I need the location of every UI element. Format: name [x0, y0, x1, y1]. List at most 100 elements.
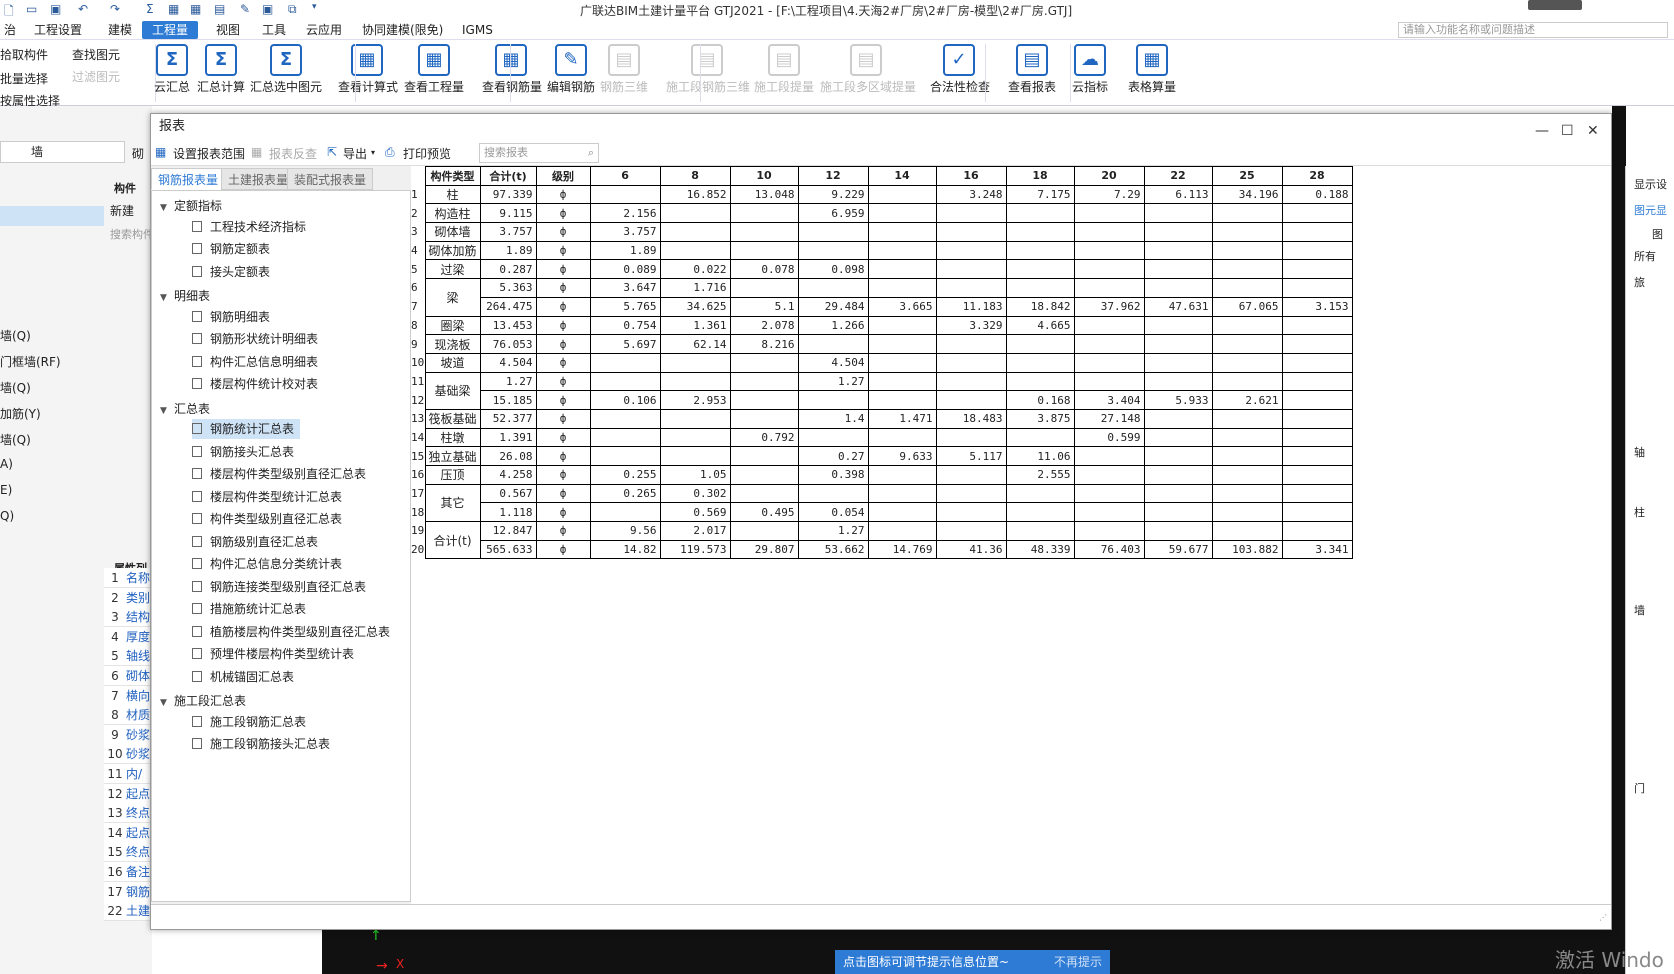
ribbon-button-10[interactable]: ▤ 施工段多区域提量 [820, 44, 916, 102]
copy-quick-icon[interactable]: ⧉ [288, 2, 297, 17]
left-item[interactable]: 墙(Q) [0, 431, 31, 448]
tree-report-item[interactable]: 接头定额表 [192, 262, 276, 282]
save-icon[interactable]: ▣ [50, 2, 61, 16]
tree-report-item[interactable]: 构件汇总信息明细表 [192, 352, 324, 372]
tree-report-item[interactable]: 钢筋级别直径汇总表 [192, 532, 324, 552]
ribbon-button-9[interactable]: ▤ 施工段提量 [754, 44, 814, 102]
left-item[interactable]: 墙(Q) [0, 327, 31, 344]
tree-report-item[interactable]: 构件类型级别直径汇总表 [192, 509, 348, 529]
tree-expand-icon[interactable]: ▼ [160, 406, 174, 416]
tree-report-item[interactable]: 措施筋统计汇总表 [192, 599, 312, 619]
tree-expand-icon[interactable]: ▼ [160, 293, 174, 303]
tree-report-item[interactable]: 机械锚固汇总表 [192, 667, 300, 687]
ribbon-button-7[interactable]: ▤ 钢筋三维 [600, 44, 648, 102]
edit-quick-icon[interactable]: ✎ [240, 2, 250, 16]
customize-quick-icon[interactable]: ▾ [312, 2, 317, 12]
component-search-input[interactable]: 搜索构件 [110, 226, 154, 242]
menu-tools[interactable]: 工具 [252, 21, 296, 39]
tree-group[interactable]: ▼ 明细表 [160, 287, 210, 304]
ribbon-button-1[interactable]: Σ 汇总计算 [196, 44, 246, 102]
ribbon-button-0[interactable]: Σ 云汇总 [152, 44, 192, 102]
tree-expand-icon[interactable]: ▼ [160, 698, 174, 708]
ribbon-button-8[interactable]: ▤ 施工段钢筋三维 [666, 44, 750, 102]
tree-report-item[interactable]: 楼层构件类型统计汇总表 [192, 487, 348, 507]
right-item-5[interactable]: 墙 [1634, 602, 1645, 618]
ribbon-button-12[interactable]: ▤ 查看报表 [1008, 44, 1056, 102]
sum-quick-icon[interactable]: Σ [146, 2, 154, 16]
print-preview-button[interactable]: 打印预览 [403, 145, 451, 162]
tree-report-item[interactable]: 施工段钢筋接头汇总表 [192, 734, 336, 754]
tree-group[interactable]: ▼ 汇总表 [160, 400, 210, 417]
tree-report-item[interactable]: 预埋件楼层构件类型统计表 [192, 644, 360, 664]
tab-rebar-reports[interactable]: 钢筋报表量 [151, 168, 226, 190]
menu-view[interactable]: 视图 [206, 21, 250, 39]
undo-icon[interactable]: ↶ [78, 2, 88, 16]
menu-modeling[interactable]: 建模 [98, 21, 142, 39]
ribbon-button-3[interactable]: ▦ 查看计算式 [338, 44, 398, 102]
left-item[interactable]: 墙(Q) [0, 379, 31, 396]
menu-igms[interactable]: IGMS [452, 21, 503, 39]
ribbon-button-13[interactable]: ☁ 云指标 [1072, 44, 1108, 102]
component-subtype-dropdown[interactable]: 砌 [132, 145, 144, 162]
left-item[interactable]: 门框墙(RF) [0, 353, 61, 370]
set-report-range-button[interactable]: 设置报表范围 [173, 145, 245, 162]
right-item-1[interactable]: 所有 [1634, 248, 1656, 264]
redo-icon[interactable]: ↷ [110, 2, 120, 16]
tab-prefab-reports[interactable]: 装配式报表量 [287, 168, 374, 190]
tree-report-item[interactable]: 钢筋定额表 [192, 239, 276, 259]
right-item-3[interactable]: 轴 [1634, 444, 1645, 460]
component-type-dropdown[interactable]: 墙 [0, 141, 125, 163]
ribbon-button-5[interactable]: ▦ 查看钢筋量 [482, 44, 542, 102]
tree-report-item[interactable]: 构件汇总信息分类统计表 [192, 554, 348, 574]
report-search-input[interactable]: 搜索报表 ⌕ [479, 143, 599, 163]
tab-civil-reports[interactable]: 土建报表量 [221, 168, 296, 190]
menu-start[interactable]: 治 [0, 21, 26, 39]
tree-report-item[interactable]: 工程技术经济指标 [192, 217, 312, 237]
filter-element-button[interactable]: 过滤图元 [72, 68, 120, 85]
tree-report-item[interactable]: 钢筋明细表 [192, 307, 276, 327]
element-display-tab[interactable]: 图元显 [1634, 202, 1667, 218]
tree-report-item[interactable]: 钢筋形状统计明细表 [192, 329, 324, 349]
right-item-4[interactable]: 柱 [1634, 504, 1645, 520]
left-item[interactable]: Q) [0, 509, 14, 523]
function-search-input[interactable]: 请输入功能名称或问题描述 [1398, 22, 1668, 38]
pick-component-button[interactable]: 拾取构件 [0, 46, 48, 63]
batch-select-button[interactable]: 批量选择 [0, 70, 48, 87]
layer-quick-icon[interactable]: ▤ [214, 2, 225, 16]
tree-expand-icon[interactable]: ▼ [160, 203, 174, 213]
ribbon-button-6[interactable]: ✎ 编辑钢筋 [546, 44, 596, 102]
menu-project-settings[interactable]: 工程设置 [24, 21, 92, 39]
ribbon-button-14[interactable]: ▦ 表格算量 [1128, 44, 1176, 102]
right-item-6[interactable]: 门 [1634, 780, 1645, 796]
export-dropdown-icon[interactable]: ▾ [371, 148, 375, 157]
tip-message-bar[interactable]: 点击图标可调节提示信息位置~ 不再提示 [835, 950, 1110, 974]
tree-report-item[interactable]: 植筋楼层构件类型级别直径汇总表 [192, 622, 396, 642]
tree-report-item[interactable]: 钢筋连接类型级别直径汇总表 [192, 577, 372, 597]
tree-group[interactable]: ▼ 定额指标 [160, 197, 222, 214]
right-item-2[interactable]: 旅 [1634, 274, 1645, 290]
table-quick-icon[interactable]: ▦ [168, 2, 179, 16]
left-item[interactable]: E) [0, 483, 12, 497]
search-icon[interactable]: ⌕ [588, 144, 594, 162]
ribbon-button-2[interactable]: Σ 汇总选中图元 [250, 44, 322, 102]
tree-group[interactable]: ▼ 施工段汇总表 [160, 692, 246, 709]
new-component-button[interactable]: 新建 [110, 202, 134, 219]
left-item[interactable]: A) [0, 457, 13, 471]
export-button[interactable]: 导出 [343, 145, 367, 162]
menu-cloud[interactable]: 云应用 [296, 21, 352, 39]
grid-quick-icon[interactable]: ▦ [190, 2, 201, 16]
report-reverse-lookup-button[interactable]: 报表反查 [269, 145, 317, 162]
tree-report-item[interactable]: 钢筋接头汇总表 [192, 442, 300, 462]
tree-report-item[interactable]: 钢筋统计汇总表 [192, 419, 301, 439]
find-element-button[interactable]: 查找图元 [72, 46, 120, 63]
dont-show-again-link[interactable]: 不再提示 [1054, 950, 1102, 974]
left-item[interactable]: 加筋(Y) [0, 405, 41, 422]
tree-report-item[interactable]: 施工段钢筋汇总表 [192, 712, 312, 732]
resize-grip-icon[interactable]: ⋰ [1599, 913, 1607, 922]
menu-quantity[interactable]: 工程量 [142, 21, 199, 39]
ribbon-button-4[interactable]: ▦ 查看工程量 [404, 44, 464, 102]
tree-report-item[interactable]: 楼层构件统计校对表 [192, 374, 324, 394]
select-quick-icon[interactable]: ▣ [262, 2, 273, 16]
display-settings-tab[interactable]: 显示设 [1634, 176, 1667, 192]
tree-report-item[interactable]: 楼层构件类型级别直径汇总表 [192, 464, 372, 484]
